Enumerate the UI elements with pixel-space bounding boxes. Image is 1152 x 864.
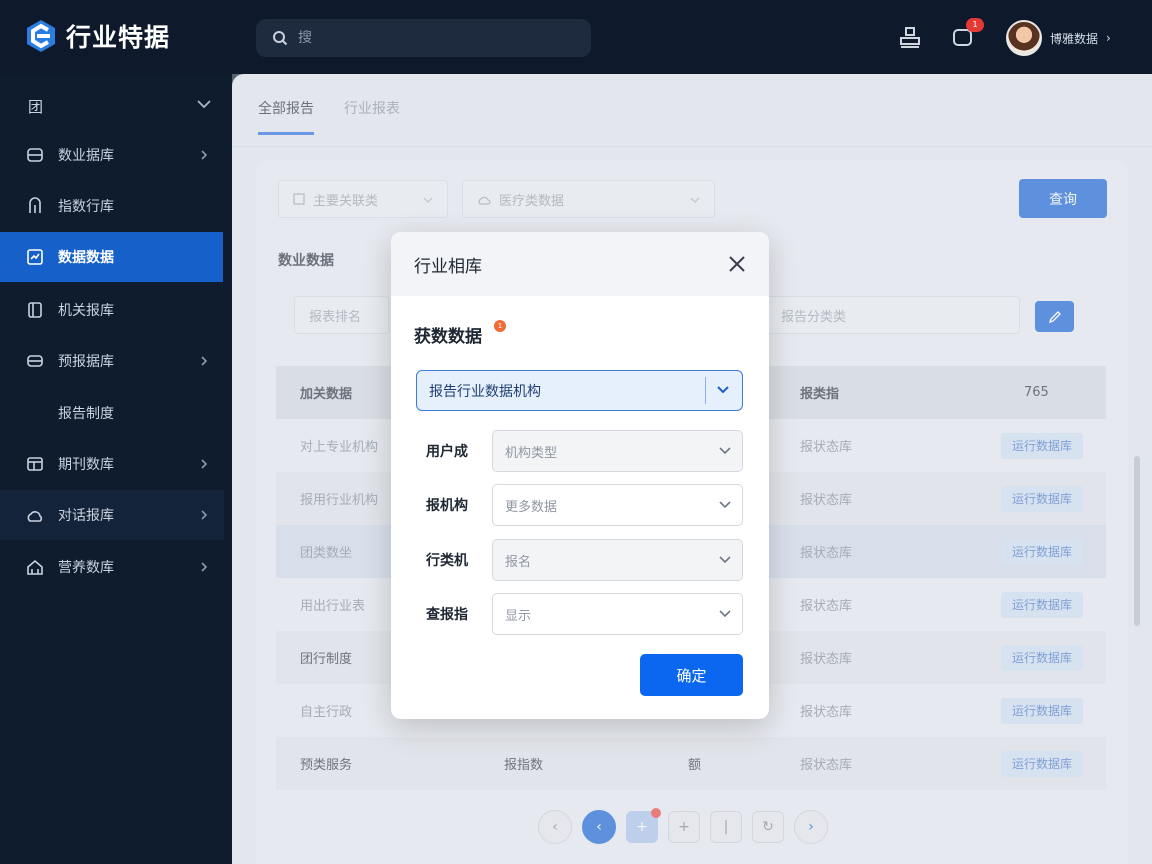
sidebar-item-8[interactable]: 对话报库 — [0, 490, 224, 540]
field-select[interactable]: 显示 — [492, 593, 743, 635]
top-bar: 行业特据 1 博雅数据 › — [0, 0, 1152, 74]
user-name: 博雅数据 — [1050, 31, 1099, 46]
chevron-down-icon — [719, 447, 731, 455]
form-row: 行类机 报名 — [426, 539, 743, 581]
select-divider — [705, 377, 706, 404]
sidebar-item-4[interactable]: 机关报库 — [0, 285, 224, 335]
chevron-right-icon — [201, 562, 208, 572]
search-box[interactable] — [256, 19, 591, 57]
field-label: 查报指 — [426, 607, 468, 623]
form-row: 查报指 显示 — [426, 593, 743, 635]
sidebar-item-5[interactable]: 预报据库 — [0, 336, 224, 386]
sidebar-item-9[interactable]: 营养数库 — [0, 542, 224, 592]
notification-button[interactable]: 1 — [950, 18, 984, 50]
book-icon — [28, 302, 42, 318]
sidebar-item-3[interactable]: 数据数据 — [0, 232, 223, 282]
search-input[interactable] — [298, 30, 568, 46]
sidebar-item-label: 期刊数库 — [58, 457, 114, 473]
primary-select-value: 报告行业数据机构 — [429, 383, 541, 400]
sidebar-item-label: 数据数据 — [58, 250, 114, 266]
close-icon[interactable] — [727, 254, 747, 274]
dialog-title: 行业相库 — [414, 256, 482, 277]
form-row: 报机构 更多数据 — [426, 484, 743, 526]
form-row: 用户成 机构类型 — [426, 430, 743, 472]
field-value: 报名 — [505, 554, 532, 570]
dialog: 行业相库 获数数据 1 报告行业数据机构 用户成 机构类型 报机构 更多数据 行… — [391, 232, 769, 719]
sidebar-subitem[interactable]: 报告制度 — [0, 388, 224, 438]
field-select[interactable]: 更多数据 — [492, 484, 743, 526]
confirm-button[interactable]: 确定 — [640, 654, 743, 696]
cloud-icon — [27, 511, 43, 522]
sidebar-item-1[interactable]: 数业据库 — [0, 130, 224, 180]
chevron-down-icon — [719, 556, 731, 564]
chevron-down-icon — [197, 100, 211, 109]
logo-text: 行业特据 — [66, 23, 171, 52]
field-select[interactable]: 报名 — [492, 539, 743, 581]
chevron-down-icon — [719, 501, 731, 509]
database-icon — [27, 148, 43, 162]
layers-icon — [27, 355, 43, 367]
logo-icon — [27, 20, 55, 52]
notification-badge: 1 — [966, 18, 984, 32]
chevron-right-icon — [201, 150, 208, 160]
dialog-subtitle: 获数数据 — [414, 327, 482, 347]
sidebar-group-header[interactable]: 团 — [0, 82, 232, 130]
field-select[interactable]: 机构类型 — [492, 430, 743, 472]
field-value: 机构类型 — [505, 445, 558, 461]
chevron-right-icon — [201, 510, 208, 520]
chevron-right-icon: › — [1106, 31, 1111, 45]
sidebar-item-7[interactable]: 期刊数库 — [0, 439, 224, 489]
sidebar-group-label: 团 — [28, 97, 44, 116]
dialog-header: 行业相库 — [391, 232, 769, 296]
primary-select[interactable]: 报告行业数据机构 — [416, 370, 743, 411]
user-menu[interactable]: 博雅数据 › — [1006, 20, 1111, 56]
sidebar-item-label: 对话报库 — [58, 508, 114, 524]
sidebar-item-label: 机关报库 — [58, 303, 114, 319]
chevron-down-icon — [717, 386, 729, 394]
sidebar-item-label: 数业据库 — [58, 148, 114, 164]
chevron-right-icon — [201, 459, 208, 469]
home-icon — [27, 559, 43, 575]
field-value: 更多数据 — [505, 499, 558, 515]
sidebar-item-2[interactable]: 指数行库 — [0, 181, 224, 231]
chart-icon — [29, 197, 41, 213]
search-icon — [273, 31, 288, 46]
sidebar: 团 数业据库 指数行库 数据数据 机关报库 预报据库 报告制度 期刊数库 对话报… — [0, 74, 232, 864]
sidebar-item-label: 指数行库 — [58, 199, 114, 215]
stamp-icon[interactable] — [897, 24, 923, 50]
avatar — [1006, 20, 1042, 56]
chevron-right-icon — [201, 356, 208, 366]
sidebar-item-label: 营养数库 — [58, 560, 114, 576]
sidebar-item-label: 预报据库 — [58, 354, 114, 370]
data-icon — [27, 249, 43, 265]
field-label: 报机构 — [426, 498, 468, 514]
subtitle-badge: 1 — [494, 320, 506, 332]
app-logo[interactable]: 行业特据 — [24, 18, 170, 54]
table-icon — [27, 457, 43, 471]
chevron-down-icon — [719, 610, 731, 618]
field-label: 行类机 — [426, 553, 468, 569]
field-label: 用户成 — [426, 444, 468, 460]
sidebar-item-label: 报告制度 — [58, 406, 114, 422]
field-value: 显示 — [505, 608, 532, 624]
